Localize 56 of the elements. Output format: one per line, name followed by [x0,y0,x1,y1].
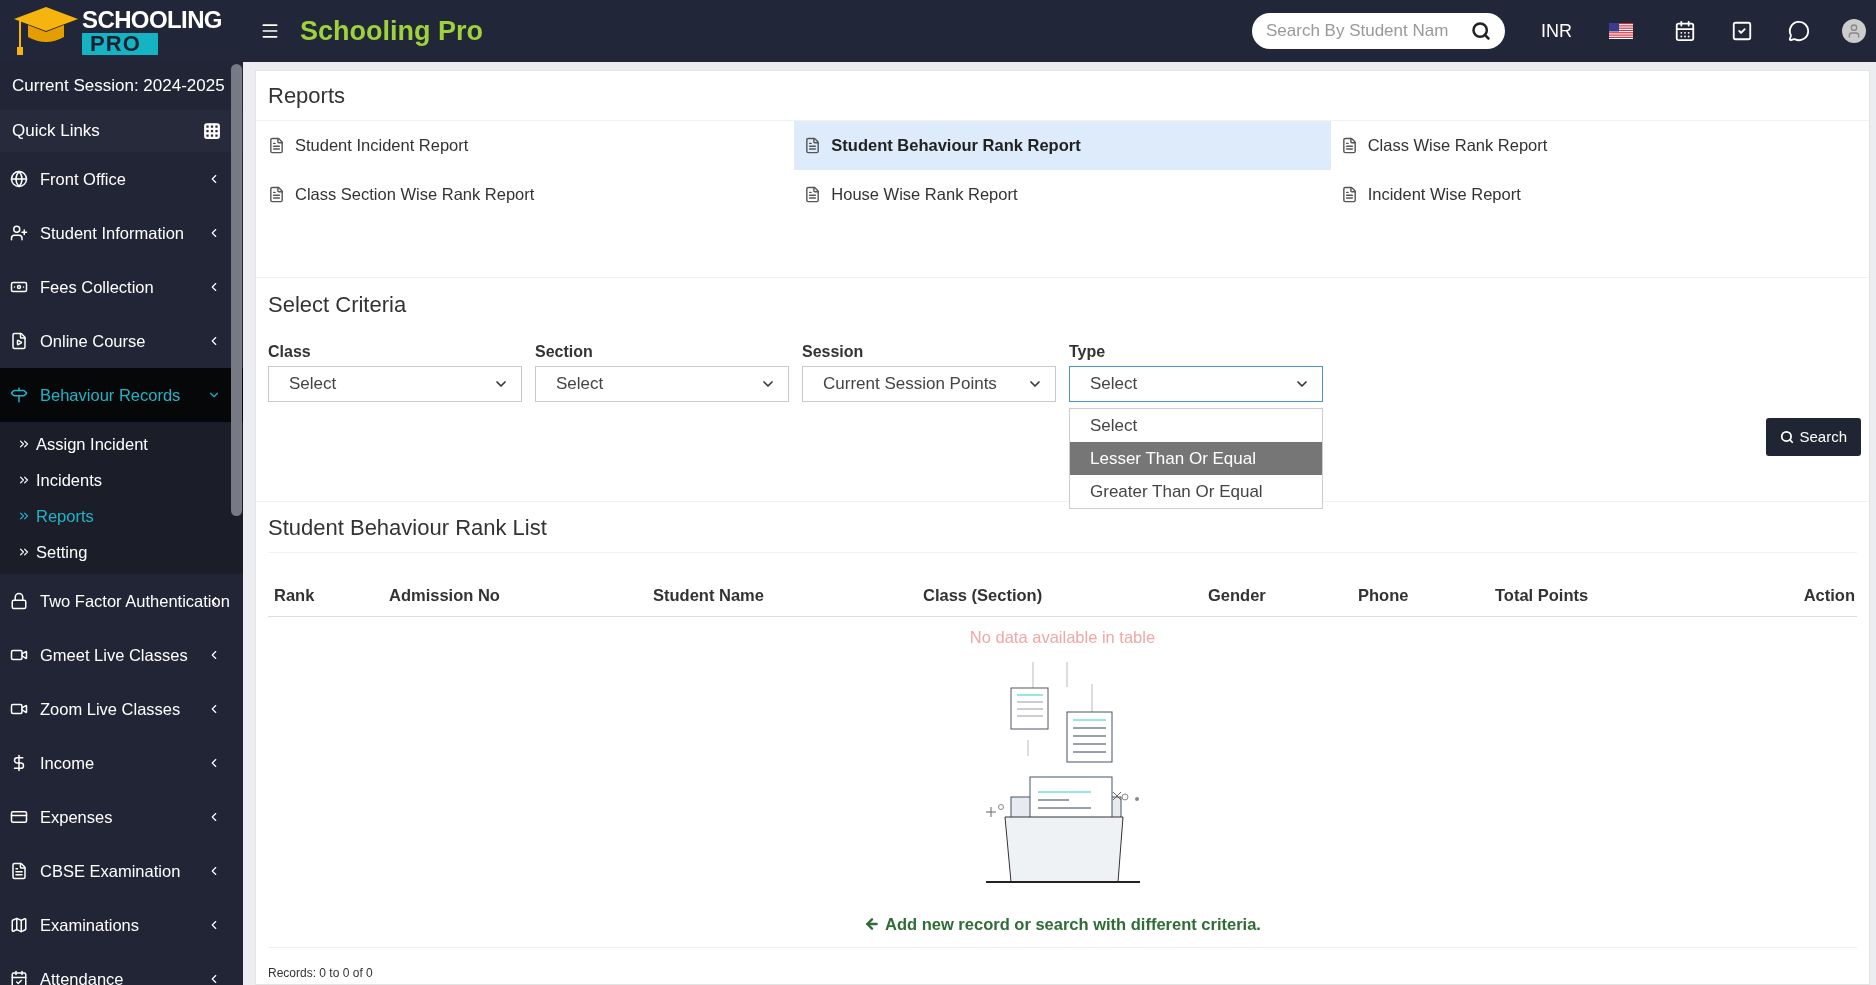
sidebar-item[interactable]: Two Factor Authentication [0,574,243,628]
submenu-item[interactable]: Incidents [0,462,243,498]
submenu-item[interactable]: Reports [0,498,243,534]
report-link[interactable]: House Wise Rank Report [794,170,1331,219]
report-link[interactable]: Incident Wise Report [1330,170,1867,219]
field-label: Section [535,342,594,362]
empty-message: No data available in table [969,627,1156,648]
quick-links-row[interactable]: Quick Links [0,110,243,152]
field-label: Session [802,342,865,362]
field-label: Class [268,342,312,362]
search-button[interactable]: Search [1766,418,1861,456]
column-header: Rank [274,585,316,607]
field-label: Type [1069,342,1107,362]
submenu-item[interactable]: Assign Incident [0,426,243,462]
logo-badge: PRO [82,32,158,55]
records-count: Records: 0 to 0 of 0 [268,965,373,980]
sidebar-item[interactable]: Expenses [0,790,243,844]
select-field[interactable]: Current Session Points [802,366,1056,402]
submenu-item[interactable]: Setting [0,534,243,570]
sidebar-item[interactable]: Attendance [0,952,243,985]
hint-link[interactable]: Add new record or search with different criteria. [864,911,1261,937]
column-header: Student Name [653,585,765,607]
column-header: Admission No [389,585,501,607]
sidebar-item[interactable]: Examinations [0,898,243,952]
sidebar-item[interactable]: CBSE Examination [0,844,243,898]
report-link[interactable]: Student Incident Report [258,121,795,170]
section-title: Student Behaviour Rank List [268,513,547,542]
select-field[interactable]: Select [535,366,789,402]
dropdown-option[interactable]: Select [1070,409,1322,442]
report-link[interactable]: Student Behaviour Rank Report [794,121,1331,170]
dropdown-option[interactable]: Greater Than Or Equal [1070,475,1322,508]
app-title: Schooling Pro [300,14,483,48]
logo-text: SCHOOLING [82,7,222,32]
report-link[interactable]: Class Wise Rank Report [1330,121,1867,170]
section-title: Reports [268,82,346,110]
sidebar-item[interactable]: Student Information [0,206,243,260]
dropdown-option[interactable]: Lesser Than Or Equal [1070,442,1322,475]
sidebar-item[interactable]: Front Office [0,152,243,206]
sidebar-item[interactable]: Behaviour Records [0,368,243,422]
currency-label[interactable]: INR [1541,17,1572,45]
sidebar-item[interactable]: Gmeet Live Classes [0,628,243,682]
report-link[interactable]: Class Section Wise Rank Report [258,170,795,219]
select-field[interactable]: Select [1069,366,1323,402]
sidebar-item[interactable]: Fees Collection [0,260,243,314]
select-field[interactable]: Select [268,366,522,402]
column-header: Phone [1358,585,1410,607]
section-title: Select Criteria [268,290,407,319]
sidebar-item[interactable]: Zoom Live Classes [0,682,243,736]
column-header: Action [1802,585,1855,607]
sidebar-item[interactable]: Online Course [0,314,243,368]
session-label: Current Session: 2024-2025 [12,75,225,98]
column-header: Total Points [1495,585,1590,607]
column-header: Gender [1208,585,1267,607]
search-field[interactable]: Search By Student Nam [1252,13,1505,49]
column-header: Class (Section) [923,585,1044,607]
sidebar-item[interactable]: Income [0,736,243,790]
